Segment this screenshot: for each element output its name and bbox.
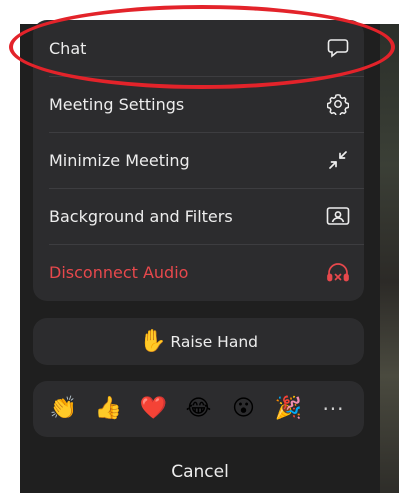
menu-item-label: Chat xyxy=(49,38,87,58)
reaction-surprised[interactable]: 😮 xyxy=(229,397,259,421)
headphones-x-icon xyxy=(326,260,350,284)
background-video-edge xyxy=(380,24,399,493)
menu-item-disconnect-audio[interactable]: Disconnect Audio xyxy=(33,244,364,300)
reaction-heart[interactable]: ❤️ xyxy=(139,397,169,421)
menu-item-label: Minimize Meeting xyxy=(49,150,190,170)
menu-item-chat[interactable]: Chat xyxy=(33,20,364,76)
menu-item-label: Meeting Settings xyxy=(49,94,185,114)
chat-bubble-icon xyxy=(326,36,350,60)
reaction-laugh[interactable]: 😂 xyxy=(184,397,214,421)
menu-item-meeting-settings[interactable]: Meeting Settings xyxy=(33,76,364,132)
cancel-button[interactable]: Cancel xyxy=(20,452,380,492)
menu-panel: Chat Meeting Settings Minimize Meeting B… xyxy=(33,20,364,301)
reaction-thumbs-up[interactable]: 👍 xyxy=(94,397,124,421)
menu-item-label: Background and Filters xyxy=(49,206,233,226)
minimize-arrows-icon xyxy=(326,148,350,172)
reaction-party[interactable]: 🎉 xyxy=(274,397,304,421)
reactions-bar: 👏 👍 ❤️ 😂 😮 🎉 ··· xyxy=(33,381,364,437)
menu-item-background-filters[interactable]: Background and Filters xyxy=(33,188,364,244)
menu-item-label: Disconnect Audio xyxy=(49,262,189,282)
raised-hand-emoji: ✋ xyxy=(139,328,167,354)
raise-hand-panel: ✋ Raise Hand xyxy=(33,318,364,365)
gear-icon xyxy=(326,92,350,116)
menu-item-minimize-meeting[interactable]: Minimize Meeting xyxy=(33,132,364,188)
background-portrait-icon xyxy=(326,204,350,228)
raise-hand-label: Raise Hand xyxy=(170,332,258,351)
more-reactions-button[interactable]: ··· xyxy=(319,397,349,421)
reaction-clap[interactable]: 👏 xyxy=(49,397,79,421)
raise-hand-button[interactable]: ✋ Raise Hand xyxy=(139,328,258,354)
